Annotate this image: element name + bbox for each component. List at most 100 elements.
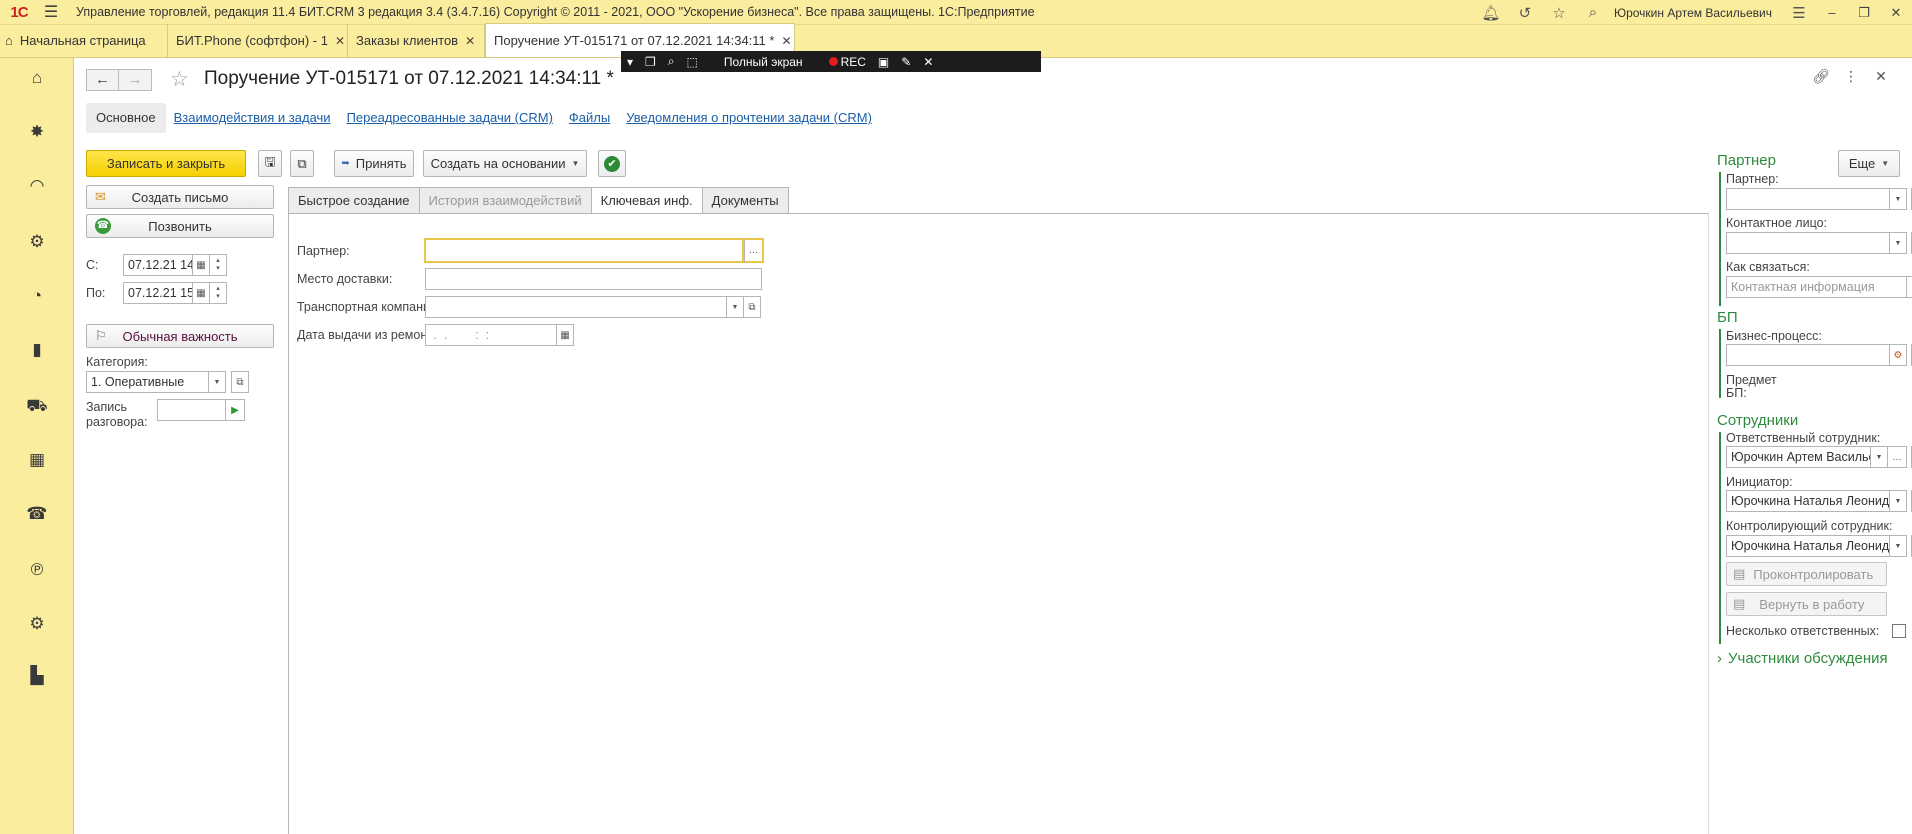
star-icon[interactable]: ☆: [1542, 4, 1576, 22]
dashboard-section-icon[interactable]: ◠: [0, 176, 74, 196]
tab-orders[interactable]: Заказы клиентов ✕: [348, 24, 485, 57]
responsible-field[interactable]: Юрочкин Артем Васильевич: [1726, 446, 1871, 468]
tab-bit-phone[interactable]: БИТ.Phone (софтфон) - 1 ✕: [168, 24, 348, 57]
chevron-down-icon[interactable]: ▼: [208, 371, 226, 393]
save-and-close-button[interactable]: Записать и закрыть: [86, 150, 246, 177]
calendar-icon[interactable]: ▦: [192, 282, 210, 304]
chevron-down-icon[interactable]: ▼: [1889, 188, 1907, 210]
tab-interactions[interactable]: Взаимодействия и задачи: [166, 103, 339, 133]
tab-main[interactable]: Основное: [86, 103, 166, 133]
close-icon[interactable]: ✕: [917, 55, 939, 69]
minimize-button[interactable]: –: [1816, 5, 1848, 20]
home-section-icon[interactable]: ⌂: [0, 68, 74, 88]
search-icon[interactable]: ⌕: [1576, 4, 1610, 21]
chevron-down-icon[interactable]: ▼: [1889, 490, 1907, 512]
main-menu-icon[interactable]: ☰: [38, 2, 64, 22]
tab-interaction-history[interactable]: История взаимодействий: [418, 187, 592, 214]
chevron-down-icon[interactable]: ▼: [1889, 232, 1907, 254]
current-user[interactable]: Юрочкин Артем Васильевич: [1614, 6, 1772, 20]
close-tab-icon[interactable]: ✕: [781, 34, 791, 48]
back-button[interactable]: ←: [86, 69, 119, 91]
phone-section-icon[interactable]: ☎: [0, 504, 74, 524]
ellipsis-button[interactable]: …: [1887, 446, 1907, 468]
settings-menu-icon[interactable]: ☰: [1782, 4, 1816, 22]
calendar-icon[interactable]: ▦: [192, 254, 210, 276]
tab-forwarded-tasks[interactable]: Переадресованные задачи (CRM): [339, 103, 561, 133]
crm-section-icon[interactable]: ✸: [0, 122, 74, 142]
time-stepper[interactable]: ▴ ▾: [209, 254, 227, 276]
purchases-section-icon[interactable]: ▮: [0, 340, 74, 360]
bell-icon[interactable]: 🔔︎: [1474, 4, 1508, 22]
fullscreen-label[interactable]: Полный экран: [704, 55, 823, 69]
history-icon[interactable]: ↺: [1508, 4, 1542, 22]
importance-button[interactable]: ⚐ Обычная важность: [86, 324, 274, 348]
more-button[interactable]: Еще ▼: [1838, 150, 1900, 177]
open-icon[interactable]: ⧉: [743, 296, 761, 318]
time-stepper[interactable]: ▴ ▾: [209, 282, 227, 304]
contact-field[interactable]: [1726, 232, 1890, 254]
warehouse-section-icon[interactable]: ▦: [0, 450, 74, 470]
chevron-down-icon[interactable]: ▾: [621, 55, 639, 69]
tab-files[interactable]: Файлы: [561, 103, 618, 133]
more-vertical-icon[interactable]: ⋮: [1836, 68, 1866, 85]
tab-home[interactable]: ⌂ Начальная страница: [0, 24, 168, 57]
finance-section-icon[interactable]: ◔: [0, 286, 74, 306]
forward-button[interactable]: →: [119, 69, 152, 91]
call-button[interactable]: ☎ Позвонить: [86, 214, 274, 238]
tab-documents[interactable]: Документы: [701, 187, 789, 214]
close-window-button[interactable]: ✕: [1880, 5, 1912, 21]
business-process-field[interactable]: [1726, 344, 1890, 366]
controller-field[interactable]: Юрочкина Наталья Леонидовна: [1726, 535, 1890, 557]
window-icon[interactable]: ❐: [639, 55, 662, 69]
settings-section-icon[interactable]: ⚙︎: [0, 232, 74, 252]
save-copy-icon[interactable]: ⧉: [290, 150, 314, 177]
ellipsis-button[interactable]: …: [1906, 276, 1912, 298]
bp-group-title[interactable]: БП: [1717, 309, 1738, 326]
create-letter-button[interactable]: ✉ Создать письмо: [86, 185, 274, 209]
tab-key-info[interactable]: Ключевая инф.: [590, 187, 703, 214]
initiator-field[interactable]: Юрочкина Наталья Леонидовна: [1726, 490, 1890, 512]
restore-button[interactable]: ❐: [1848, 5, 1880, 21]
money-section-icon[interactable]: ℗: [0, 560, 74, 580]
create-based-on-button[interactable]: Создать на основании ▼: [423, 150, 587, 177]
date-from-field[interactable]: 07.12.21 14:34: [123, 254, 193, 276]
date-to-field[interactable]: 07.12.21 15:34: [123, 282, 193, 304]
admin-section-icon[interactable]: ⚙: [0, 614, 74, 634]
participants-group[interactable]: › Участники обсуждения: [1717, 650, 1888, 667]
check-icon[interactable]: ✔: [598, 150, 626, 177]
transport-field[interactable]: [425, 296, 727, 318]
delivery-field[interactable]: [425, 268, 762, 290]
call-record-field[interactable]: [157, 399, 226, 421]
staff-group-title[interactable]: Сотрудники: [1717, 412, 1798, 429]
cart-section-icon[interactable]: ⛟: [0, 396, 74, 418]
zoom-icon[interactable]: ⌕: [662, 54, 681, 69]
r-partner-field[interactable]: [1726, 188, 1890, 210]
partner-field[interactable]: [424, 238, 744, 263]
partner-group-title[interactable]: Партнер: [1717, 152, 1776, 169]
process-icon[interactable]: ⚙: [1889, 344, 1907, 366]
reports-section-icon[interactable]: ▙: [0, 666, 74, 686]
chevron-down-icon[interactable]: ▼: [726, 296, 744, 318]
close-tab-icon[interactable]: ✕: [335, 34, 345, 48]
close-form-icon[interactable]: ✕: [1866, 68, 1896, 85]
multiple-responsible-checkbox[interactable]: [1892, 624, 1906, 638]
control-button[interactable]: ▤ Проконтролировать: [1726, 562, 1887, 586]
return-to-work-button[interactable]: ▤ Вернуть в работу: [1726, 592, 1887, 616]
tab-read-notifications[interactable]: Уведомления о прочтении задачи (CRM): [618, 103, 880, 133]
accept-button[interactable]: ➥ Принять: [334, 150, 414, 177]
repair-date-field[interactable]: . . : :: [425, 324, 557, 346]
link-icon[interactable]: 🔗︎: [1806, 68, 1836, 85]
tab-quick-create[interactable]: Быстрое создание: [288, 187, 420, 214]
pen-icon[interactable]: ✎: [895, 55, 917, 69]
ellipsis-button[interactable]: …: [744, 238, 764, 263]
region-icon[interactable]: ⬚: [681, 55, 704, 69]
save-icon[interactable]: 🖫︎: [258, 150, 282, 177]
camera-icon[interactable]: ▣: [872, 55, 895, 69]
favorite-star-icon[interactable]: ☆: [170, 67, 189, 92]
close-tab-icon[interactable]: ✕: [465, 34, 475, 48]
play-icon[interactable]: ▶: [225, 399, 245, 421]
category-select[interactable]: 1. Оперативные: [86, 371, 209, 393]
chevron-down-icon[interactable]: ▼: [1870, 446, 1888, 468]
rec-button[interactable]: REC: [823, 55, 872, 69]
calendar-icon[interactable]: ▦: [556, 324, 574, 346]
